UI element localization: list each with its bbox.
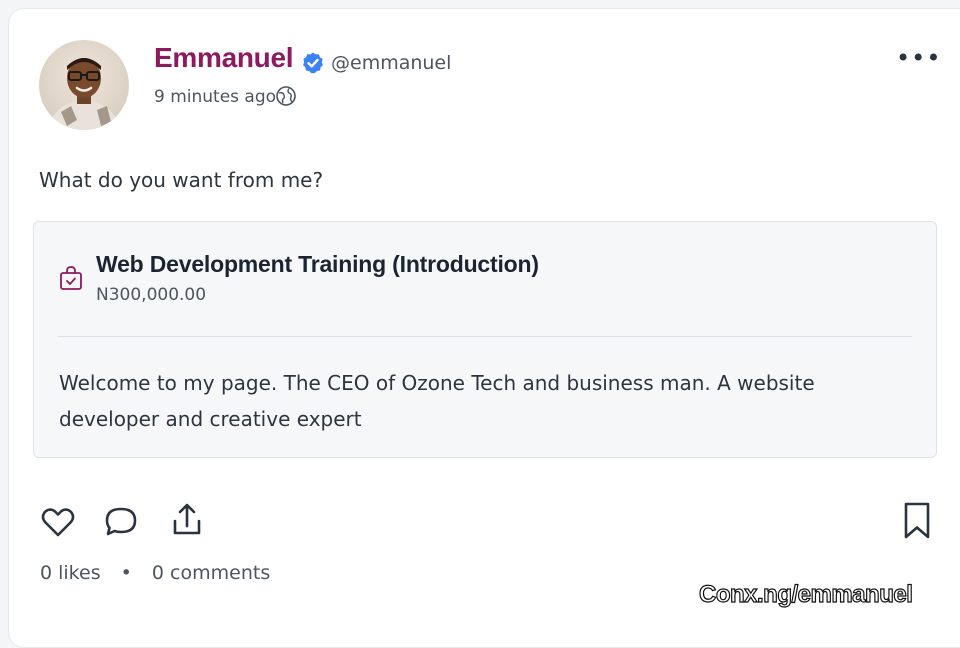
product-price: N300,000.00 xyxy=(96,285,207,305)
more-options-button[interactable]: ••• xyxy=(896,45,940,71)
post-card: Emmanuel @emmanuel 9 minutes ago ••• Wha… xyxy=(8,8,960,648)
verified-badge-icon xyxy=(303,52,323,74)
shopping-bag-icon xyxy=(60,266,82,290)
product-title[interactable]: Web Development Training (Introduction) xyxy=(96,251,539,278)
author-name[interactable]: Emmanuel xyxy=(154,42,294,74)
stats-separator: • xyxy=(120,562,132,584)
post-text: What do you want from me? xyxy=(39,168,324,192)
share-icon[interactable] xyxy=(167,500,207,540)
comments-count[interactable]: 0 comments xyxy=(152,562,270,584)
heart-icon[interactable] xyxy=(38,502,78,542)
divider xyxy=(58,336,912,337)
comment-icon[interactable] xyxy=(101,502,141,542)
likes-count[interactable]: 0 likes xyxy=(40,562,101,584)
product-description: Welcome to my page. The CEO of Ozone Tec… xyxy=(59,371,815,431)
avatar[interactable] xyxy=(39,40,129,130)
post-stats: 0 likes • 0 comments xyxy=(40,562,270,584)
globe-icon xyxy=(276,86,296,106)
author-handle[interactable]: @emmanuel xyxy=(331,52,451,74)
product-card[interactable]: Web Development Training (Introduction) … xyxy=(33,221,937,458)
watermark: Conx.ng/emmanuel xyxy=(698,580,913,608)
bookmark-icon[interactable] xyxy=(897,500,937,540)
post-timestamp: 9 minutes ago xyxy=(154,87,277,107)
